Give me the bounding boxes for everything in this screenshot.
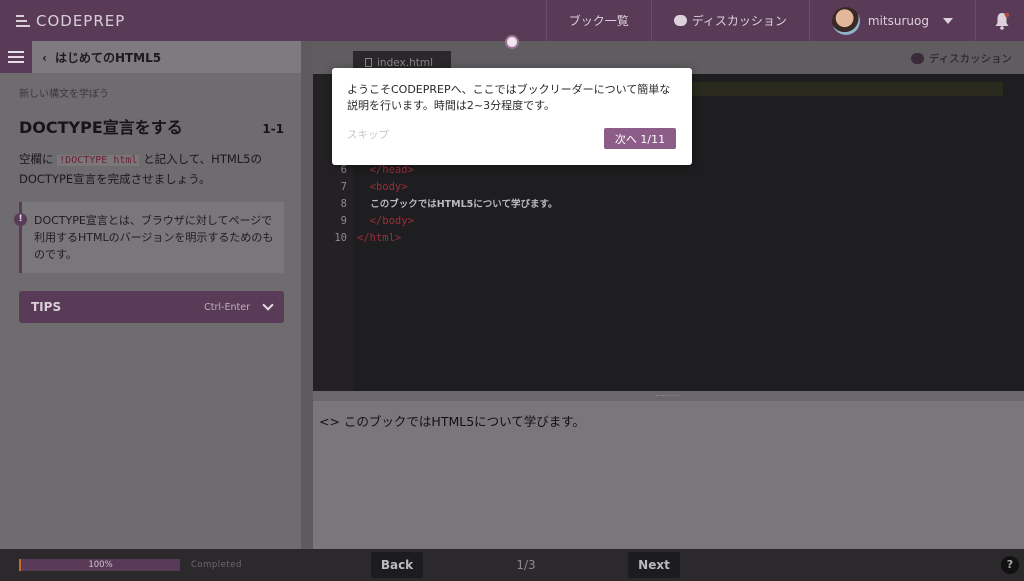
preview-text: <> このブックではHTML5について学びます。: [319, 414, 586, 429]
instruction-code: !DOCTYPE html: [57, 155, 140, 166]
tips-toggle[interactable]: TIPS Ctrl-Enter: [19, 291, 284, 323]
logo-text: CODEPREP: [36, 11, 126, 30]
note-text: DOCTYPE宣言とは、ブラウザに対してページで利用するHTMLのバージョンを明…: [34, 214, 274, 261]
discussion-link[interactable]: ディスカッション: [650, 0, 809, 41]
code-line: このブックではHTML5について学びます。: [357, 199, 558, 210]
completed-label: Completed: [191, 560, 242, 570]
avatar: [831, 6, 860, 35]
notification-button[interactable]: [975, 0, 1024, 41]
exclamation-icon: !: [14, 213, 27, 226]
lesson-subheading: 新しい構文を学ぼう: [19, 89, 109, 100]
panel-resizer[interactable]: [301, 41, 313, 549]
page-indicator: 1/3: [516, 558, 536, 572]
lesson-instruction: 空欄に !DOCTYPE html と記入して、HTML5のDOCTYPE宣言を…: [19, 150, 284, 188]
info-note: ! DOCTYPE宣言とは、ブラウザに対してページで利用するHTMLのバージョン…: [14, 202, 284, 273]
menu-button[interactable]: [0, 41, 32, 73]
code-line: </body>: [357, 215, 414, 227]
logo[interactable]: CODEPREP: [16, 12, 125, 30]
code-line: </html>: [357, 232, 402, 244]
book-title: はじめてのHTML5: [54, 50, 162, 65]
editor-discussion-label: ディスカッション: [928, 53, 1012, 65]
line-number: 9: [340, 215, 347, 227]
lesson-number: 1-1: [262, 122, 284, 136]
caret-down-icon: [943, 17, 953, 24]
preview-pane: <> このブックではHTML5について学びます。: [313, 401, 1024, 549]
chat-bubble-icon: [910, 53, 924, 64]
file-tab-label: index.html: [377, 56, 433, 69]
discussion-label: ディスカッション: [691, 14, 787, 28]
editor-discussion-link[interactable]: ディスカッション: [910, 51, 1012, 66]
lesson-header: DOCTYPE宣言をする 1-1: [19, 114, 284, 138]
back-to-book-link[interactable]: ‹ はじめてのHTML5: [42, 49, 161, 66]
lesson-title: DOCTYPE宣言をする: [19, 118, 183, 137]
line-number: 10: [334, 232, 347, 244]
chevron-left-icon: ‹: [42, 50, 47, 65]
line-number: 7: [340, 181, 347, 193]
logo-icon: [16, 14, 30, 28]
footer-bar: 100% Completed Back 1/3 Next ?: [0, 549, 1024, 581]
tips-label: TIPS: [31, 300, 62, 314]
back-button[interactable]: Back: [371, 552, 423, 578]
file-icon: [365, 58, 372, 67]
bell-icon: [995, 12, 1010, 30]
book-nav: ‹ はじめてのHTML5: [0, 41, 301, 73]
skip-link[interactable]: スキップ: [347, 127, 389, 142]
tips-shortcut: Ctrl-Enter: [204, 301, 250, 313]
tour-next-button[interactable]: 次へ 1/11: [604, 128, 676, 149]
code-line: <body>: [357, 181, 408, 193]
username: mitsuruog: [867, 13, 929, 28]
grip-icon: [656, 395, 680, 397]
chevron-down-icon: [262, 299, 274, 311]
book-list-link[interactable]: ブック一覧: [545, 0, 651, 41]
progress-bar: 100%: [19, 559, 180, 571]
tour-dialog-text: ようこそCODEPREPへ、ここではブックリーダーについて簡単な説明を行います。…: [347, 83, 671, 112]
progress-label: 100%: [88, 560, 113, 570]
lesson-panel: ‹ はじめてのHTML5 新しい構文を学ぼう DOCTYPE宣言をする 1-1 空…: [0, 41, 301, 549]
instruction-text: 空欄に: [19, 152, 58, 166]
preview-resizer[interactable]: [313, 391, 1024, 401]
help-button[interactable]: ?: [1001, 556, 1019, 574]
tour-indicator-dot: [507, 37, 517, 47]
chat-bubble-icon: [673, 15, 687, 26]
top-nav: ブック一覧 ディスカッション mitsuruog: [545, 0, 1024, 41]
tour-dialog: ようこそCODEPREPへ、ここではブックリーダーについて簡単な説明を行います。…: [332, 68, 692, 165]
user-menu[interactable]: mitsuruog: [808, 0, 975, 41]
next-button[interactable]: Next: [628, 552, 680, 578]
line-number: 8: [340, 198, 347, 210]
top-bar: CODEPREP ブック一覧 ディスカッション mitsuruog: [0, 0, 1024, 41]
